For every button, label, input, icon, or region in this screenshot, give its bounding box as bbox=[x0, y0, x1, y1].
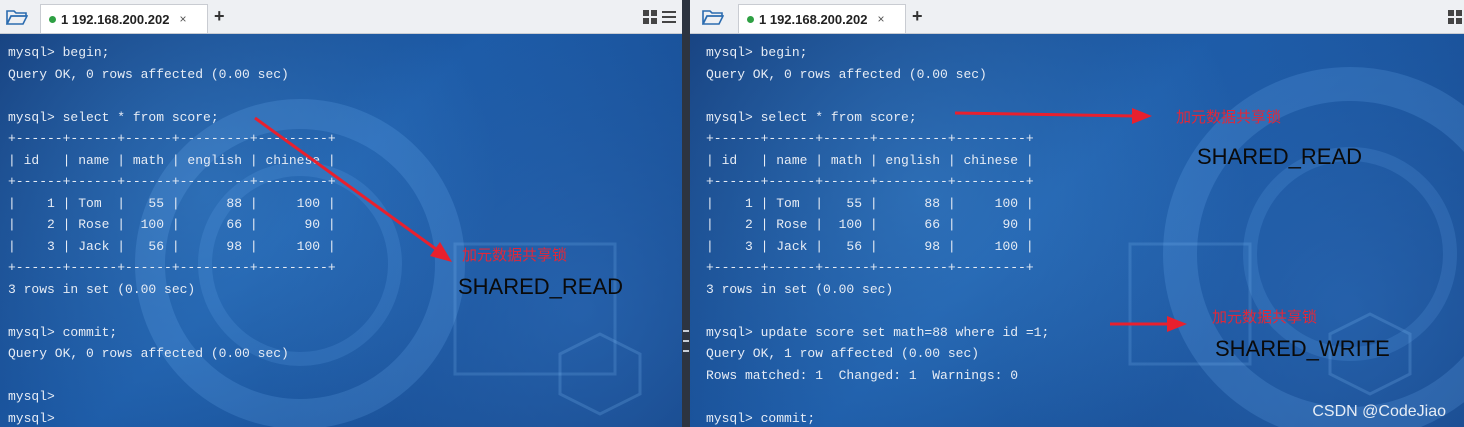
close-tab-icon[interactable]: × bbox=[179, 12, 186, 26]
pane-divider[interactable] bbox=[682, 0, 690, 427]
folder-open-icon[interactable] bbox=[702, 8, 724, 26]
menu-icon[interactable] bbox=[662, 10, 676, 24]
arrow-annotation bbox=[254, 116, 452, 262]
terminal-output-right[interactable]: mysql> begin; Query OK, 0 rows affected (… bbox=[690, 34, 1464, 427]
terminal-pane-right: 1 192.168.200.202 × + mysql> begin; Query… bbox=[690, 0, 1464, 427]
close-tab-icon[interactable]: × bbox=[877, 12, 884, 26]
new-tab-button[interactable]: + bbox=[912, 6, 923, 27]
terminal-pane-left: 1 192.168.200.202 × + mysql> begin; Query… bbox=[0, 0, 682, 427]
connected-status-icon bbox=[49, 15, 56, 23]
new-tab-button[interactable]: + bbox=[214, 6, 225, 27]
tab-title: 1 192.168.200.202 bbox=[759, 11, 868, 27]
tab-session-left[interactable]: 1 192.168.200.202 × bbox=[40, 4, 208, 33]
layout-grid-icon[interactable] bbox=[1448, 10, 1462, 24]
arrow-annotations bbox=[954, 108, 1187, 332]
tab-bar-right: 1 192.168.200.202 × + bbox=[690, 0, 1464, 34]
connected-status-icon bbox=[747, 15, 754, 23]
tab-title: 1 192.168.200.202 bbox=[61, 11, 170, 27]
layout-grid-icon[interactable] bbox=[643, 10, 657, 24]
folder-open-icon[interactable] bbox=[6, 8, 28, 26]
tab-session-right[interactable]: 1 192.168.200.202 × bbox=[738, 4, 906, 33]
terminal-output-left[interactable]: mysql> begin; Query OK, 0 rows affected (… bbox=[0, 34, 682, 427]
watermark: CSDN @CodeJiao bbox=[1312, 403, 1446, 420]
tab-bar-left: 1 192.168.200.202 × + bbox=[0, 0, 682, 34]
